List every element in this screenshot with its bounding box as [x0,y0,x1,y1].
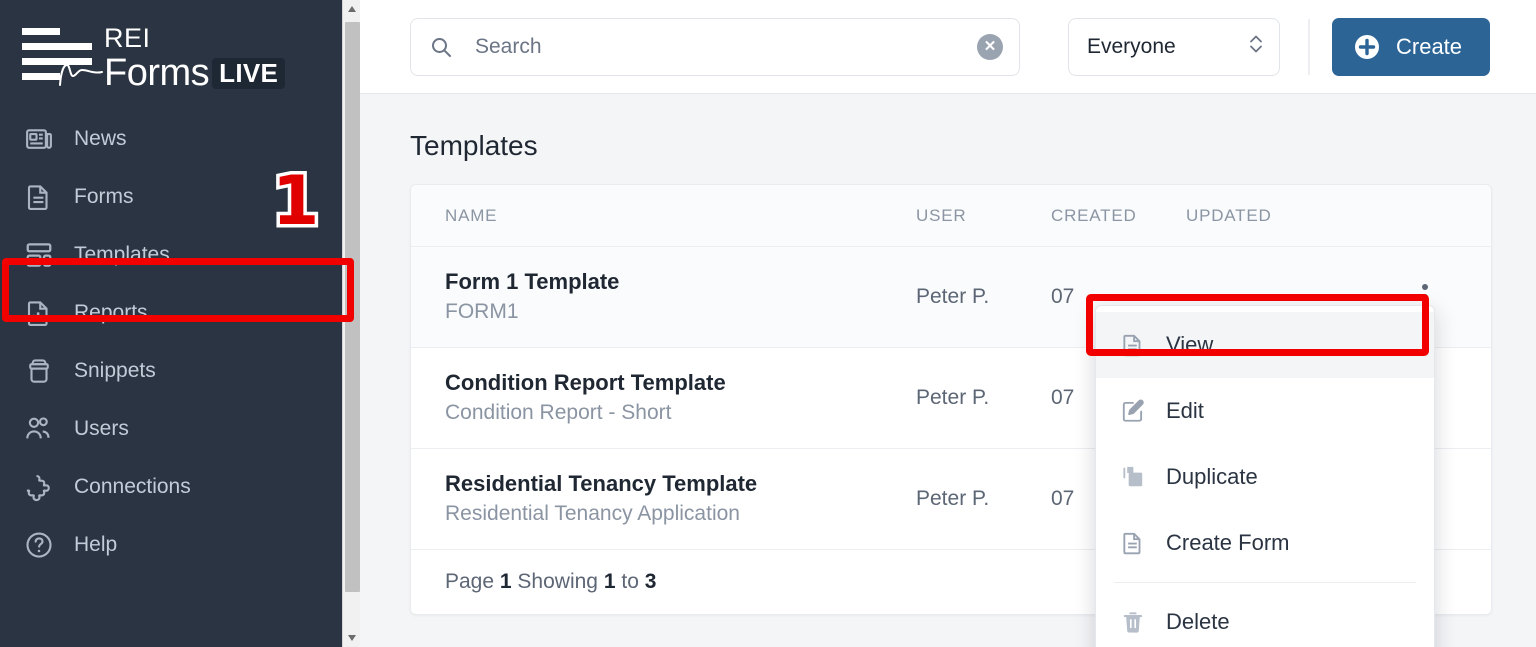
template-name: Residential Tenancy Template [445,471,758,496]
menu-item-label: Delete [1166,609,1230,634]
scrollbar-thumb[interactable] [345,22,360,592]
question-circle-icon [24,530,66,560]
puzzle-icon [24,472,66,502]
pagination-to-label: to [621,570,639,593]
sidebar-item-reports[interactable]: Reports [0,284,360,342]
menu-item-label: Create Form [1166,530,1290,555]
pagination-page-number: 1 [499,570,512,593]
copy-icon [1120,464,1166,490]
page-title: Templates [410,130,538,161]
main-content: ✕ Everyone Create [360,0,1536,647]
menu-item-create-form[interactable]: Create Form [1096,510,1434,576]
column-header-created: CREATED [1051,205,1137,225]
sidebar-item-connections[interactable]: Connections [0,458,360,516]
sidebar-item-label: Forms [74,185,134,208]
row-name-cell: Form 1 Template FORM1 [411,267,916,327]
toolbar-divider [1308,18,1310,75]
menu-item-view[interactable]: View [1096,312,1434,378]
row-name-cell: Condition Report Template Condition Repo… [411,368,916,428]
menu-item-label: Edit [1166,398,1204,423]
signature-squiggle-icon [59,64,103,86]
sidebar-item-label: Reports [74,301,148,324]
search-box[interactable]: ✕ [410,17,1020,76]
layout-grid-icon [24,240,66,270]
chevron-updown-icon [1247,31,1265,62]
document-icon [1120,530,1166,556]
column-header-updated: UPDATED [1186,205,1272,225]
row-context-menu: View Edit Duplicate Create Form Delete [1095,305,1435,647]
logo-live-badge: LIVE [212,57,286,89]
sidebar-scrollbar[interactable] [342,0,360,647]
pagination-range-to: 3 [644,570,657,593]
sidebar-item-label: Templates [74,243,170,266]
row-user-cell: Peter P. [916,386,990,409]
sidebar-item-users[interactable]: Users [0,400,360,458]
sidebar-item-label: Snippets [74,359,156,382]
sidebar-item-snippets[interactable]: Snippets [0,342,360,400]
scroll-down-arrow-icon[interactable] [343,629,360,647]
pagination-range-from: 1 [603,570,616,593]
table-header-row: NAME USER CREATED UPDATED [411,185,1491,247]
menu-item-duplicate[interactable]: Duplicate [1096,444,1434,510]
create-button-label: Create [1396,33,1463,59]
plus-circle-icon [1354,34,1380,60]
sidebar: REI Forms LIVE News Forms Templates Repo… [0,0,360,647]
pencil-square-icon [1120,398,1166,424]
snippet-box-icon [24,356,66,386]
rei-forms-live-logo-icon [22,24,103,86]
pagination-page-label: Page [445,570,495,593]
report-chart-icon [24,298,66,328]
clear-x-icon[interactable]: ✕ [977,33,1003,60]
sidebar-item-label: Help [74,533,118,556]
sidebar-item-news[interactable]: News [0,110,360,168]
sidebar-item-label: News [74,127,127,150]
logo-forms-text: Forms [104,52,210,94]
menu-item-edit[interactable]: Edit [1096,378,1434,444]
users-icon [24,414,66,444]
create-button[interactable]: Create [1332,17,1491,76]
menu-item-label: View [1166,332,1214,357]
document-icon [1120,332,1166,358]
logo-rei-text: REI [104,23,151,53]
top-toolbar: ✕ Everyone Create [360,0,1536,94]
row-user-cell: Peter P. [916,285,990,308]
document-icon [24,182,66,212]
search-icon [429,35,453,59]
row-user-cell: Peter P. [916,487,990,510]
template-subtitle: Condition Report - Short [445,401,672,424]
template-name: Form 1 Template [445,269,620,294]
search-input[interactable] [475,34,977,59]
annotation-step-1: 1 [268,162,322,241]
pagination-showing-label: Showing [517,570,598,593]
logo-wordmark: REI Forms LIVE [104,23,286,94]
template-subtitle: FORM1 [445,300,519,323]
column-header-name: NAME [445,205,498,225]
app-logo: REI Forms LIVE [0,0,360,96]
column-header-user: USER [916,205,967,225]
audience-filter-select[interactable]: Everyone [1068,17,1280,76]
menu-item-delete[interactable]: Delete [1096,589,1434,647]
sidebar-item-label: Connections [74,475,191,498]
template-name: Condition Report Template [445,370,726,395]
audience-filter-value: Everyone [1087,34,1176,58]
trash-icon [1120,609,1166,635]
menu-item-label: Duplicate [1166,464,1258,489]
template-subtitle: Residential Tenancy Application [445,502,740,525]
sidebar-item-label: Users [74,417,129,440]
scroll-up-arrow-icon[interactable] [343,0,360,18]
menu-divider [1114,582,1416,583]
row-name-cell: Residential Tenancy Template Residential… [411,469,916,529]
newspaper-icon [24,124,66,154]
app-root: REI Forms LIVE News Forms Templates Repo… [0,0,1536,647]
sidebar-item-help[interactable]: Help [0,516,360,574]
